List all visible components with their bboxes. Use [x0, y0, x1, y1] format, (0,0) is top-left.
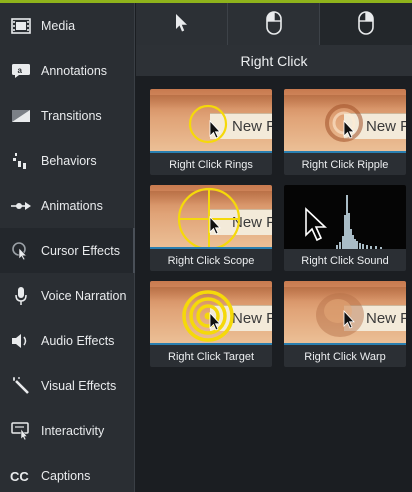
- effect-thumbnail: New F: [150, 185, 272, 249]
- sidebar-item-label: Visual Effects: [41, 378, 117, 393]
- svg-text:CC: CC: [10, 469, 29, 483]
- ripple-effect-icon: [325, 104, 363, 142]
- cc-icon: CC: [10, 465, 32, 487]
- effect-label: Right Click Rings: [169, 159, 253, 171]
- sidebar-item-label: Behaviors: [41, 153, 97, 168]
- cursor-effects-panel: Right Click New F Right Click Rings New …: [136, 3, 412, 492]
- tab-bar: [136, 3, 412, 45]
- sidebar-item-label: Animations: [41, 198, 103, 213]
- interactivity-icon: [10, 420, 32, 442]
- sidebar-item-label: Cursor Effects: [41, 243, 120, 258]
- sidebar: Media a Annotations Transitions Behavior…: [0, 3, 135, 492]
- warp-effect-icon: [316, 293, 364, 337]
- effect-right-click-sound[interactable]: Right Click Sound: [284, 185, 406, 271]
- sound-waveform-icon: [305, 195, 382, 249]
- cursor-effects-icon: [10, 240, 32, 262]
- sidebar-item-label: Annotations: [41, 63, 108, 78]
- sidebar-item-visual-effects[interactable]: Visual Effects: [0, 363, 134, 408]
- microphone-icon: [10, 285, 32, 307]
- speaker-icon: [10, 330, 32, 352]
- effect-label: Right Click Sound: [301, 255, 389, 267]
- sidebar-item-audio-effects[interactable]: Audio Effects: [0, 318, 134, 363]
- behaviors-icon: [10, 150, 32, 172]
- effect-label: Right Click Target: [168, 351, 254, 363]
- effect-label: Right Click Warp: [304, 351, 386, 363]
- sidebar-item-behaviors[interactable]: Behaviors: [0, 138, 134, 183]
- sidebar-item-captions[interactable]: CC Captions: [0, 453, 134, 492]
- annotation-icon: a: [10, 60, 32, 82]
- sidebar-item-label: Captions: [41, 468, 91, 483]
- effect-thumbnail: New F: [150, 89, 272, 153]
- effect-thumbnail: New F: [150, 281, 272, 345]
- sidebar-item-label: Interactivity: [41, 423, 105, 438]
- sidebar-item-label: Transitions: [41, 108, 102, 123]
- effect-right-click-target[interactable]: New F Right Click Target: [150, 281, 272, 367]
- sidebar-item-interactivity[interactable]: Interactivity: [0, 408, 134, 453]
- rings-effect-icon: [188, 104, 228, 144]
- effect-label: Right Click Scope: [167, 255, 255, 267]
- effect-thumbnail: [284, 185, 406, 249]
- sidebar-item-animations[interactable]: Animations: [0, 183, 134, 228]
- effect-label: Right Click Ripple: [301, 159, 389, 171]
- sidebar-item-label: Audio Effects: [41, 333, 115, 348]
- sidebar-item-voice-narration[interactable]: Voice Narration: [0, 273, 134, 318]
- effect-right-click-ripple[interactable]: New F Right Click Ripple: [284, 89, 406, 175]
- scope-effect-icon: [177, 187, 241, 249]
- effects-grid: New F Right Click Rings New F Right Clic…: [136, 76, 412, 492]
- mouse-right-click-icon: [358, 10, 374, 38]
- magic-wand-icon: [10, 375, 32, 397]
- sidebar-item-transitions[interactable]: Transitions: [0, 93, 134, 138]
- effect-right-click-scope[interactable]: New F Right Click Scope: [150, 185, 272, 271]
- sidebar-item-media[interactable]: Media: [0, 3, 134, 48]
- effect-thumbnail: New F: [284, 281, 406, 345]
- effect-right-click-rings[interactable]: New F Right Click Rings: [150, 89, 272, 175]
- mouse-left-click-icon: [265, 10, 282, 38]
- transition-icon: [10, 105, 32, 127]
- film-strip-icon: [10, 15, 32, 37]
- sidebar-item-annotations[interactable]: a Annotations: [0, 48, 134, 93]
- tab-right-click[interactable]: [320, 3, 412, 45]
- sidebar-item-cursor-effects[interactable]: Cursor Effects: [0, 228, 135, 273]
- tab-cursor[interactable]: [136, 3, 228, 45]
- effect-thumbnail: New F: [284, 89, 406, 153]
- svg-text:a: a: [18, 66, 23, 75]
- effect-right-click-warp[interactable]: New F Right Click Warp: [284, 281, 406, 367]
- animation-arrow-icon: [10, 195, 32, 217]
- tab-left-click[interactable]: [228, 3, 320, 45]
- arrow-cursor-icon: [175, 13, 189, 36]
- target-effect-icon: [182, 290, 234, 342]
- section-title: Right Click: [136, 45, 412, 76]
- sidebar-item-label: Voice Narration: [41, 288, 127, 303]
- sidebar-item-label: Media: [41, 18, 76, 33]
